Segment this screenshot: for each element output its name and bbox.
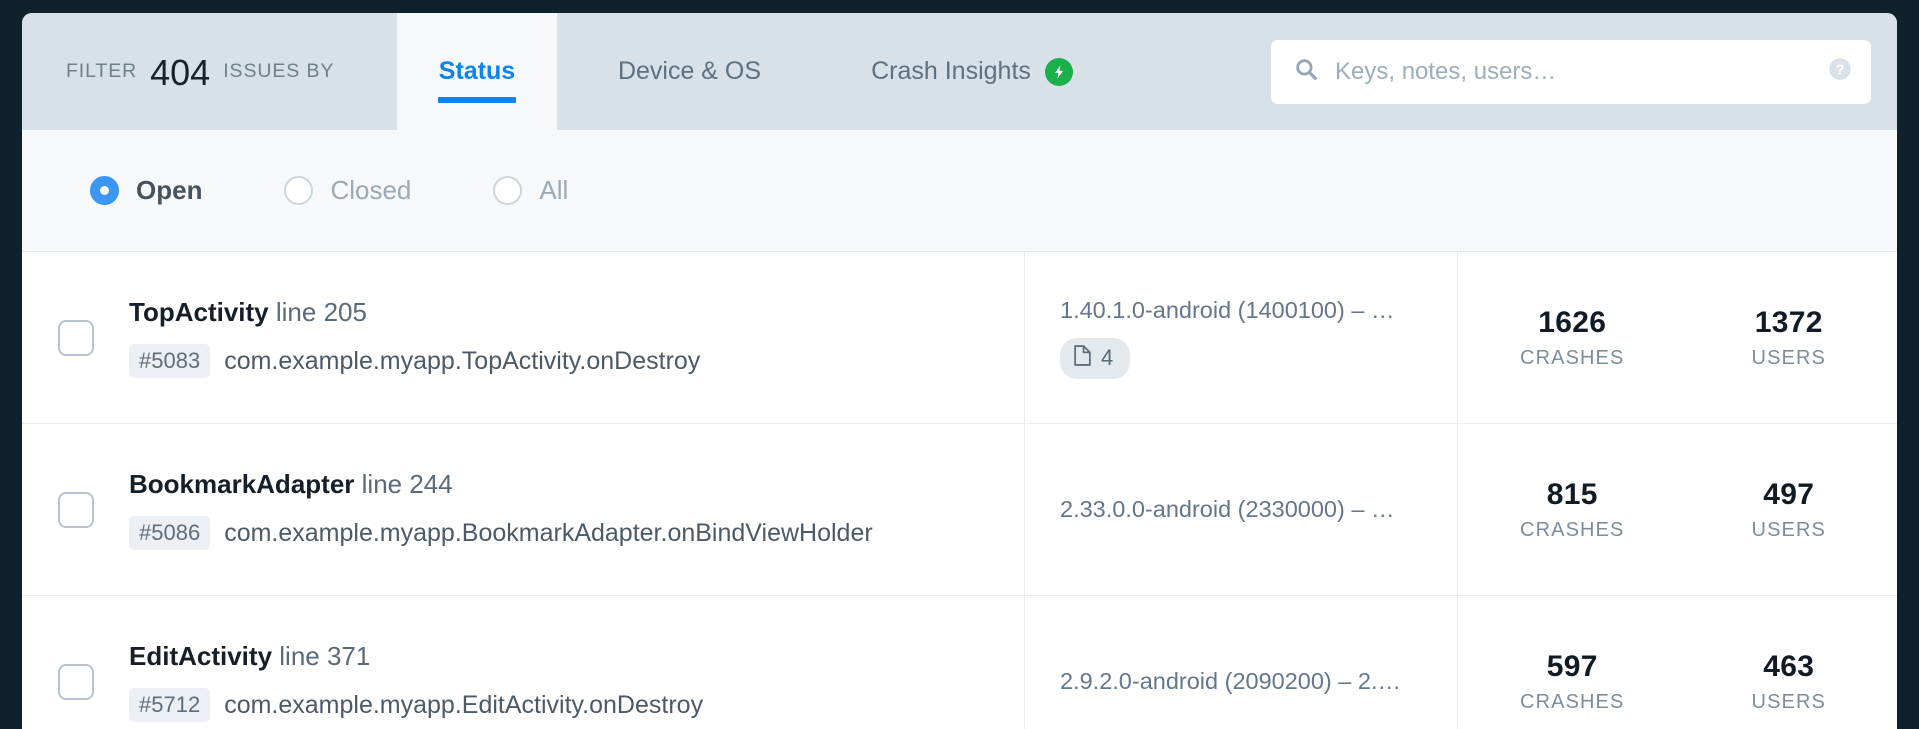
issue-version: 2.33.0.0-android (2330000) – …	[1060, 496, 1395, 522]
table-row[interactable]: BookmarkAdapter line 244 #5086 com.examp…	[22, 424, 1897, 596]
radio-closed-indicator	[284, 176, 314, 205]
radio-all-indicator	[493, 176, 523, 205]
users-value: 497	[1763, 477, 1815, 511]
tab-crash-insights[interactable]: Crash Insights	[822, 13, 1122, 130]
radio-open[interactable]: Open	[90, 175, 202, 206]
help-circle-icon[interactable]: ?	[1827, 56, 1853, 87]
issue-info-cell: TopActivity line 205 #5083 com.example.m…	[129, 252, 1024, 423]
issue-class-name: TopActivity	[129, 297, 269, 327]
row-checkbox[interactable]	[57, 491, 94, 528]
issue-subtitle: #5712 com.example.myapp.EditActivity.onD…	[129, 688, 1000, 722]
crashes-label: CRASHES	[1520, 346, 1625, 369]
filter-suffix-label: ISSUES BY	[223, 60, 335, 82]
users-label: USERS	[1751, 690, 1826, 713]
tab-active-indicator	[438, 97, 516, 103]
filter-prefix-label: FILTER	[66, 60, 138, 82]
search-area: ?	[1271, 13, 1897, 130]
crashes-stat: 1626 CRASHES	[1464, 306, 1681, 370]
issue-version-cell: 1.40.1.0-android (1400100) – … 4	[1024, 252, 1457, 423]
filter-summary: FILTER 404 ISSUES BY	[22, 13, 397, 130]
search-box[interactable]: ?	[1271, 39, 1871, 104]
issue-info-cell: EditActivity line 371 #5712 com.example.…	[129, 596, 1024, 729]
row-select-cell	[22, 596, 129, 729]
issue-stats-cell: 597 CRASHES 463 USERS	[1457, 596, 1897, 729]
issue-title: EditActivity line 371	[129, 641, 1000, 672]
radio-open-label: Open	[136, 175, 203, 205]
users-value: 463	[1763, 649, 1815, 683]
status-filter-row: Open Closed All	[22, 130, 1897, 252]
radio-all[interactable]: All	[493, 175, 568, 206]
issue-version-cell: 2.33.0.0-android (2330000) – …	[1024, 424, 1457, 595]
radio-all-label: All	[539, 175, 569, 205]
issue-path: com.example.myapp.TopActivity.onDestroy	[224, 346, 701, 375]
users-stat: 1372 USERS	[1681, 306, 1898, 370]
row-select-cell	[22, 424, 129, 595]
lightning-bolt-icon	[1044, 57, 1073, 86]
search-input[interactable]	[1335, 57, 1811, 86]
users-value: 1372	[1754, 305, 1823, 339]
issue-count: 404	[150, 51, 211, 93]
issue-version-cell: 2.9.2.0-android (2090200) – 2.…	[1024, 596, 1457, 729]
notes-count-chip[interactable]: 4	[1060, 337, 1131, 379]
issue-class-name: BookmarkAdapter	[129, 469, 355, 499]
issue-line: line 371	[279, 641, 371, 671]
issue-class-name: EditActivity	[129, 641, 273, 671]
radio-closed-label: Closed	[330, 175, 412, 205]
users-stat: 463 USERS	[1681, 650, 1898, 714]
radio-closed[interactable]: Closed	[284, 175, 411, 206]
issue-subtitle: #5083 com.example.myapp.TopActivity.onDe…	[129, 344, 1000, 378]
tab-crash-insights-label: Crash Insights	[871, 57, 1031, 85]
notes-count-label: 4	[1101, 345, 1114, 370]
users-stat: 497 USERS	[1681, 478, 1898, 542]
tab-device-os[interactable]: Device & OS	[557, 13, 822, 130]
users-label: USERS	[1751, 518, 1826, 541]
filter-tab-bar: FILTER 404 ISSUES BY Status Device & OS …	[22, 13, 1897, 130]
tab-device-os-label: Device & OS	[617, 57, 762, 85]
crashes-label: CRASHES	[1520, 690, 1625, 713]
tab-status-label: Status	[438, 57, 516, 85]
issue-id-badge: #5083	[129, 344, 211, 378]
row-select-cell	[22, 252, 129, 423]
issue-title: TopActivity line 205	[129, 297, 1000, 328]
crashes-value: 815	[1546, 477, 1598, 511]
radio-open-indicator	[90, 176, 119, 205]
issue-stats-cell: 1626 CRASHES 1372 USERS	[1457, 252, 1897, 423]
issue-id-badge: #5086	[129, 516, 211, 550]
svg-text:?: ?	[1835, 61, 1844, 78]
issue-line: line 244	[361, 469, 453, 499]
issue-path: com.example.myapp.EditActivity.onDestroy	[224, 690, 704, 719]
issue-line: line 205	[275, 297, 367, 327]
table-row[interactable]: EditActivity line 371 #5712 com.example.…	[22, 596, 1897, 729]
issue-title: BookmarkAdapter line 244	[129, 469, 1000, 500]
crashes-stat: 815 CRASHES	[1464, 478, 1681, 542]
issue-id-badge: #5712	[129, 688, 211, 722]
crashes-stat: 597 CRASHES	[1464, 650, 1681, 714]
issues-panel: FILTER 404 ISSUES BY Status Device & OS …	[22, 13, 1897, 729]
crashes-label: CRASHES	[1520, 518, 1625, 541]
search-icon	[1293, 56, 1319, 87]
row-checkbox[interactable]	[57, 663, 94, 700]
crashes-value: 1626	[1538, 305, 1607, 339]
issue-version: 1.40.1.0-android (1400100) – …	[1060, 296, 1395, 323]
note-document-icon	[1073, 344, 1092, 372]
issue-version: 2.9.2.0-android (2090200) – 2.…	[1060, 668, 1401, 694]
table-row[interactable]: TopActivity line 205 #5083 com.example.m…	[22, 252, 1897, 424]
issue-path: com.example.myapp.BookmarkAdapter.onBind…	[224, 518, 873, 547]
crashes-value: 597	[1546, 649, 1598, 683]
issue-info-cell: BookmarkAdapter line 244 #5086 com.examp…	[129, 424, 1024, 595]
issue-stats-cell: 815 CRASHES 497 USERS	[1457, 424, 1897, 595]
row-checkbox[interactable]	[57, 319, 94, 356]
tab-status[interactable]: Status	[397, 13, 557, 130]
users-label: USERS	[1751, 346, 1826, 369]
issue-subtitle: #5086 com.example.myapp.BookmarkAdapter.…	[129, 516, 1000, 550]
